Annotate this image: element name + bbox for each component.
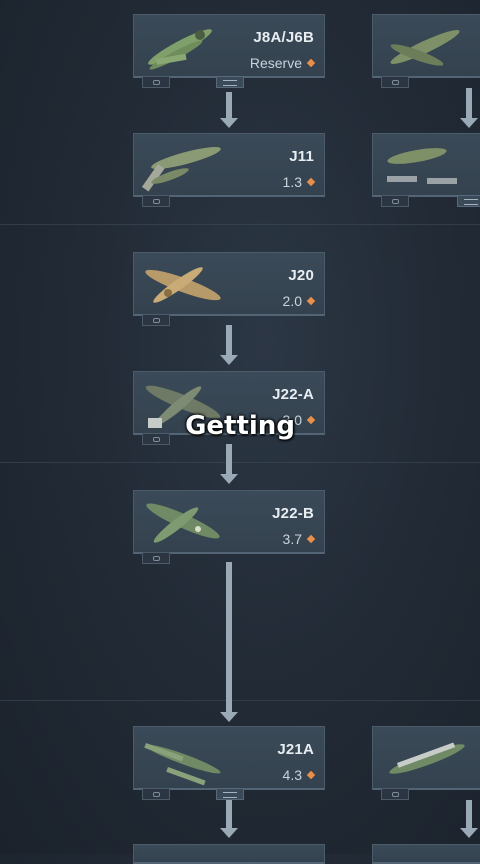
aircraft-icon bbox=[390, 30, 460, 66]
research-arrow bbox=[220, 325, 238, 365]
aircraft-icon bbox=[389, 742, 465, 774]
vehicle-name: J11 bbox=[289, 148, 314, 165]
rank-divider bbox=[0, 224, 480, 225]
nation-flag-icon bbox=[142, 314, 170, 326]
research-arrow bbox=[220, 562, 238, 722]
research-arrow bbox=[220, 800, 238, 838]
vehicle-card-right-1[interactable] bbox=[372, 14, 480, 88]
nation-flag-icon bbox=[381, 195, 409, 207]
nation-flag-icon bbox=[142, 76, 170, 88]
aircraft-icon bbox=[145, 267, 221, 303]
vehicle-card-next[interactable] bbox=[133, 844, 325, 864]
research-arrow bbox=[220, 444, 238, 484]
folder-icon[interactable] bbox=[216, 788, 244, 800]
aircraft-icon bbox=[141, 147, 221, 192]
br-diamond-icon bbox=[306, 296, 316, 306]
vehicle-name: J20 bbox=[288, 267, 314, 284]
research-arrow bbox=[220, 92, 238, 128]
aircraft-icon bbox=[144, 743, 221, 786]
vehicle-card-right-6[interactable] bbox=[372, 726, 480, 800]
aircraft-icon bbox=[148, 29, 212, 70]
aircraft-icon bbox=[387, 148, 457, 184]
vehicle-card-j11[interactable]: J11 1.3 bbox=[133, 133, 325, 207]
folder-icon[interactable] bbox=[216, 76, 244, 88]
vehicle-card-j20[interactable]: J20 2.0 bbox=[133, 252, 325, 326]
aircraft-icon bbox=[146, 503, 220, 543]
vehicle-card-right-next[interactable] bbox=[372, 844, 480, 864]
vehicle-name: J22-B bbox=[272, 505, 314, 522]
vehicle-card-j21a[interactable]: J21A 4.3 bbox=[133, 726, 325, 800]
vehicle-br: 2.0 bbox=[283, 293, 316, 309]
br-diamond-icon bbox=[306, 177, 316, 187]
nation-flag-icon bbox=[142, 788, 170, 800]
nation-flag-icon bbox=[381, 788, 409, 800]
br-diamond-icon bbox=[306, 770, 316, 780]
vehicle-br: 4.3 bbox=[283, 767, 316, 783]
research-arrow bbox=[460, 88, 478, 128]
vehicle-br: 1.3 bbox=[283, 174, 316, 190]
rank-divider bbox=[0, 700, 480, 701]
vehicle-br: 3.7 bbox=[283, 531, 316, 547]
nation-flag-icon bbox=[381, 76, 409, 88]
vehicle-card-j22b[interactable]: J22-B 3.7 bbox=[133, 490, 325, 564]
nation-flag-icon bbox=[142, 433, 170, 445]
vehicle-card-j8a[interactable]: J8A/J6B Reserve bbox=[133, 14, 325, 88]
br-diamond-icon bbox=[306, 415, 316, 425]
research-arrow bbox=[460, 800, 478, 838]
vehicle-name: J8A/J6B bbox=[253, 29, 314, 46]
vehicle-name: J21A bbox=[277, 741, 314, 758]
vehicle-card-right-2[interactable] bbox=[372, 133, 480, 207]
br-diamond-icon bbox=[306, 534, 316, 544]
rank-divider bbox=[0, 462, 480, 463]
br-diamond-icon bbox=[306, 58, 316, 68]
folder-icon[interactable] bbox=[457, 195, 480, 207]
vehicle-br: Reserve bbox=[250, 55, 316, 71]
nation-flag-icon bbox=[142, 552, 170, 564]
nation-flag-icon bbox=[142, 195, 170, 207]
vehicle-name: J22-A bbox=[272, 386, 314, 403]
video-caption: Getting bbox=[185, 411, 295, 441]
